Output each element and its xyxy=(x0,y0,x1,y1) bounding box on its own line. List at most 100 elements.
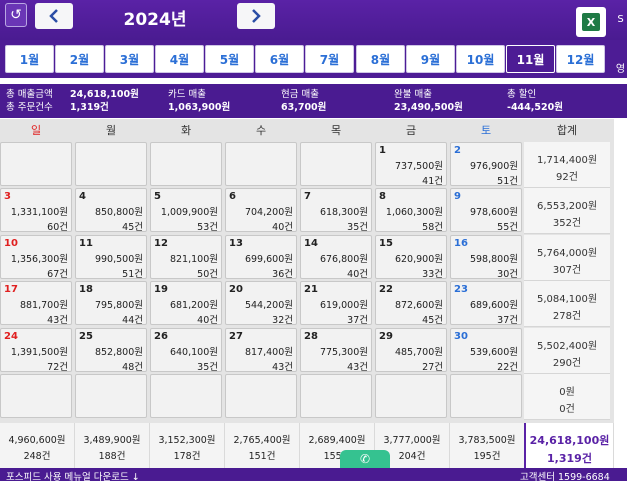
day-cell[interactable] xyxy=(225,374,297,418)
day-number: 7 xyxy=(304,191,311,202)
day-cell[interactable]: 12 821,100원 50건 xyxy=(150,235,222,280)
weekday-header-7: 합계 xyxy=(556,124,578,137)
weekday-total-count: 195건 xyxy=(473,451,501,462)
month-tab-10[interactable]: 10월 xyxy=(456,45,505,73)
day-amount: 1,331,100원 xyxy=(10,207,68,218)
month-tab-3[interactable]: 3월 xyxy=(105,45,154,73)
month-tab-8[interactable]: 8월 xyxy=(356,45,405,73)
day-cell[interactable]: 7 618,300원 35건 xyxy=(300,188,372,233)
day-amount: 850,800원 xyxy=(94,207,143,218)
day-cell[interactable] xyxy=(450,374,522,418)
day-cell[interactable]: 8 1,060,300원 58건 xyxy=(375,188,447,233)
day-cell[interactable]: 28 775,300원 43건 xyxy=(300,328,372,373)
day-number: 23 xyxy=(454,284,468,295)
weekday-total-amount: 3,777,000원 xyxy=(383,435,441,446)
day-number: 2 xyxy=(454,145,461,156)
day-cell[interactable]: 26 640,100원 35건 xyxy=(150,328,222,373)
day-cell[interactable] xyxy=(0,374,72,418)
day-amount: 976,900원 xyxy=(469,161,518,172)
day-number: 30 xyxy=(454,331,468,342)
day-amount: 544,200원 xyxy=(244,300,293,311)
day-cell[interactable]: 19 681,200원 40건 xyxy=(150,281,222,326)
phone-button[interactable]: ✆ xyxy=(340,450,390,468)
day-cell[interactable]: 22 872,600원 45건 xyxy=(375,281,447,326)
manual-download-link[interactable]: 포스피드 사용 메뉴얼 다운로드 ↓ xyxy=(6,469,140,481)
back-button[interactable]: ↺ xyxy=(5,3,27,27)
day-cell[interactable]: 6 704,200원 40건 xyxy=(225,188,297,233)
month-tab-5[interactable]: 5월 xyxy=(205,45,254,73)
day-amount: 620,900원 xyxy=(394,254,443,265)
month-tab-11[interactable]: 11월 xyxy=(506,45,555,73)
edge-label-top: S xyxy=(617,14,624,25)
weekday-header-3: 수 xyxy=(255,124,267,137)
excel-export-button[interactable]: X xyxy=(576,7,606,37)
weekday-header-4: 목 xyxy=(330,124,342,137)
day-cell[interactable]: 27 817,400원 43건 xyxy=(225,328,297,373)
day-cell[interactable]: 16 598,800원 30건 xyxy=(450,235,522,280)
day-cell[interactable]: 17 881,700원 43건 xyxy=(0,281,72,326)
day-cell[interactable]: 25 852,800원 48건 xyxy=(75,328,147,373)
day-cell[interactable]: 13 699,600원 36건 xyxy=(225,235,297,280)
day-cell[interactable]: 2 976,900원 51건 xyxy=(450,142,522,187)
day-amount: 681,200원 xyxy=(169,300,218,311)
day-amount: 817,400원 xyxy=(244,347,293,358)
day-amount: 676,800원 xyxy=(319,254,368,265)
day-cell[interactable]: 11 990,500원 51건 xyxy=(75,235,147,280)
day-cell[interactable] xyxy=(225,142,297,186)
day-cell[interactable] xyxy=(375,374,447,418)
day-cell[interactable] xyxy=(0,142,72,186)
day-cell[interactable]: 18 795,800원 44건 xyxy=(75,281,147,326)
day-amount: 852,800원 xyxy=(94,347,143,358)
total-sales-value: 24,618,100원 xyxy=(70,89,139,100)
day-cell[interactable] xyxy=(75,142,147,186)
day-count: 45건 xyxy=(122,222,143,233)
month-tab-1[interactable]: 1월 xyxy=(5,45,54,73)
day-cell[interactable]: 3 1,331,100원 60건 xyxy=(0,188,72,233)
day-cell[interactable] xyxy=(75,374,147,418)
summary-discount: 총 할인 -444,520원 xyxy=(507,88,563,114)
day-cell[interactable]: 15 620,900원 33건 xyxy=(375,235,447,280)
day-count: 43건 xyxy=(272,362,293,373)
day-cell[interactable] xyxy=(150,142,222,186)
day-cell[interactable]: 21 619,000원 37건 xyxy=(300,281,372,326)
cash-sales-label: 현금 매출 xyxy=(281,89,319,100)
month-tab-9[interactable]: 9월 xyxy=(406,45,455,73)
day-cell[interactable] xyxy=(150,374,222,418)
day-number: 22 xyxy=(379,284,393,295)
day-cell[interactable]: 20 544,200원 32건 xyxy=(225,281,297,326)
month-tab-7[interactable]: 7월 xyxy=(305,45,354,73)
day-cell[interactable]: 14 676,800원 40건 xyxy=(300,235,372,280)
day-cell[interactable]: 1 737,500원 41건 xyxy=(375,142,447,187)
day-cell[interactable]: 29 485,700원 27건 xyxy=(375,328,447,373)
day-cell[interactable]: 10 1,356,300원 67건 xyxy=(0,235,72,280)
day-cell[interactable]: 4 850,800원 45건 xyxy=(75,188,147,233)
day-number: 8 xyxy=(379,191,386,202)
day-cell[interactable] xyxy=(300,374,372,418)
day-cell[interactable]: 5 1,009,900원 53건 xyxy=(150,188,222,233)
week-total-count: 278건 xyxy=(552,311,582,322)
weekday-total-count: 248건 xyxy=(23,451,51,462)
day-amount: 775,300원 xyxy=(319,347,368,358)
month-tab-12[interactable]: 12월 xyxy=(556,45,605,73)
month-tab-4[interactable]: 4월 xyxy=(155,45,204,73)
day-cell[interactable]: 24 1,391,500원 72건 xyxy=(0,328,72,373)
month-tab-2[interactable]: 2월 xyxy=(55,45,104,73)
day-number: 15 xyxy=(379,238,393,249)
day-count: 22건 xyxy=(497,362,518,373)
day-cell[interactable]: 23 689,600원 37건 xyxy=(450,281,522,326)
day-cell[interactable]: 9 978,600원 55건 xyxy=(450,188,522,233)
month-tab-6[interactable]: 6월 xyxy=(255,45,304,73)
next-year-button[interactable] xyxy=(237,3,275,29)
day-amount: 872,600원 xyxy=(394,300,443,311)
discount-value: -444,520원 xyxy=(507,102,563,113)
day-count: 50건 xyxy=(197,269,218,280)
day-number: 1 xyxy=(379,145,386,156)
week-total: 5,764,000원 307건 xyxy=(524,235,610,281)
discount-label: 총 할인 xyxy=(507,89,537,100)
day-number: 12 xyxy=(154,238,168,249)
prev-year-button[interactable] xyxy=(35,3,73,29)
grand-total-count: 1,319건 xyxy=(547,452,592,465)
day-cell[interactable] xyxy=(300,142,372,186)
day-amount: 699,600원 xyxy=(244,254,293,265)
day-cell[interactable]: 30 539,600원 22건 xyxy=(450,328,522,373)
